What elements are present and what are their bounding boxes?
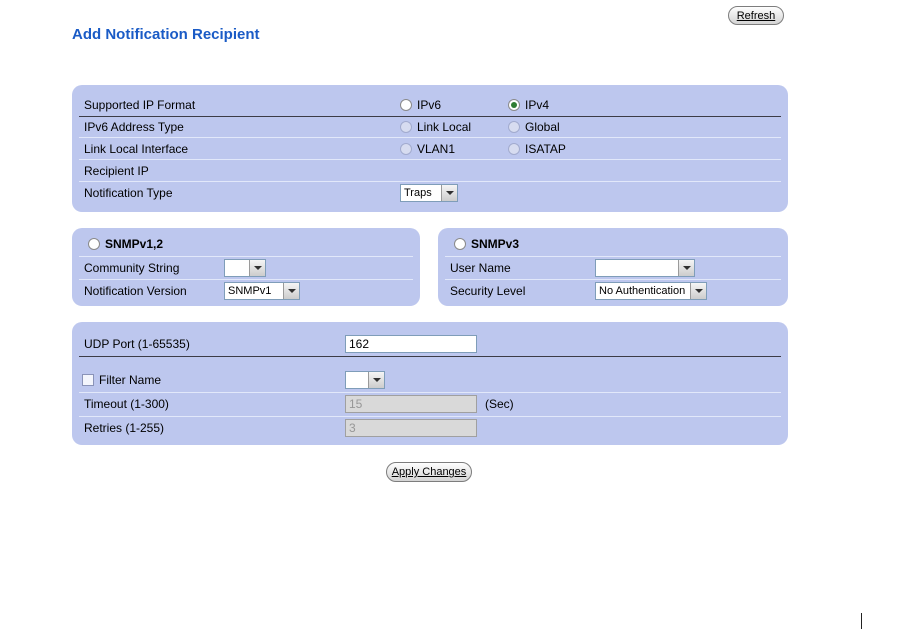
filter-name-label: Filter Name (99, 373, 162, 387)
chevron-down-icon (253, 266, 262, 270)
notification-type-value: Traps (404, 187, 432, 199)
global-radio-label: Global (525, 120, 560, 134)
link-local-interface-label: Link Local Interface (84, 142, 189, 156)
dropdown-arrow-button[interactable] (283, 283, 299, 299)
global-radio-icon (508, 121, 520, 133)
row-community-string: Community String (72, 258, 420, 278)
link-local-radio-option: Link Local (400, 117, 471, 137)
separator (445, 256, 781, 257)
notification-type-dropdown[interactable]: Traps (400, 184, 458, 202)
isatap-radio-label: ISATAP (525, 142, 566, 156)
community-string-dropdown[interactable] (224, 259, 266, 277)
row-filter-name: Filter Name (72, 370, 788, 390)
separator (79, 416, 781, 417)
ipv6-address-type-label: IPv6 Address Type (84, 120, 184, 134)
row-retries: Retries (1-255) (72, 418, 788, 438)
chevron-down-icon (287, 289, 296, 293)
link-local-radio-label: Link Local (417, 120, 472, 134)
separator (79, 256, 413, 257)
row-snmpv3-header: SNMPv3 (438, 234, 788, 254)
security-level-label: Security Level (450, 284, 526, 298)
ip-settings-panel: Supported IP Format IPv6 IPv4 IPv6 Addre… (72, 85, 788, 212)
ipv4-radio-label: IPv4 (525, 98, 550, 112)
timeout-unit-label: (Sec) (485, 397, 514, 411)
notification-type-label: Notification Type (84, 186, 173, 200)
retries-input (345, 419, 477, 437)
row-security-level: Security Level No Authentication (438, 281, 788, 301)
row-notification-version: Notification Version SNMPv1 (72, 281, 420, 301)
text-caret (861, 613, 862, 629)
dropdown-arrow-button[interactable] (678, 260, 694, 276)
separator (79, 159, 781, 160)
vlan1-radio-option: VLAN1 (400, 139, 455, 159)
dropdown-arrow-button[interactable] (441, 185, 457, 201)
snmpv12-radio-option[interactable]: SNMPv1,2 (88, 234, 163, 254)
row-timeout: Timeout (1-300) (Sec) (72, 394, 788, 414)
chevron-down-icon (372, 378, 381, 382)
user-name-dropdown[interactable] (595, 259, 695, 277)
snmpv3-radio-icon[interactable] (454, 238, 466, 250)
separator (79, 392, 781, 393)
separator (79, 137, 781, 138)
snmpv3-panel: SNMPv3 User Name Security Level No Authe… (438, 228, 788, 306)
row-supported-ip-format: Supported IP Format IPv6 IPv4 (72, 95, 788, 115)
global-radio-option: Global (508, 117, 560, 137)
notification-version-value: SNMPv1 (228, 285, 272, 297)
timeout-input (345, 395, 477, 413)
row-user-name: User Name (438, 258, 788, 278)
notification-version-dropdown[interactable]: SNMPv1 (224, 282, 300, 300)
chevron-down-icon (682, 266, 691, 270)
ipv6-radio-icon[interactable] (400, 99, 412, 111)
ipv4-radio-option[interactable]: IPv4 (508, 95, 549, 115)
notification-version-label: Notification Version (84, 284, 187, 298)
link-local-radio-icon (400, 121, 412, 133)
apply-changes-button[interactable]: Apply Changes (386, 462, 472, 482)
row-udp-port: UDP Port (1-65535) (72, 334, 788, 354)
snmpv12-panel: SNMPv1,2 Community String Notification V… (72, 228, 420, 306)
user-name-label: User Name (450, 261, 511, 275)
chevron-down-icon (694, 289, 703, 293)
timeout-label: Timeout (1-300) (84, 397, 169, 411)
retries-label: Retries (1-255) (84, 421, 165, 435)
supported-ip-format-label: Supported IP Format (84, 98, 196, 112)
udp-port-input[interactable] (345, 335, 477, 353)
ipv4-radio-icon[interactable] (508, 99, 520, 111)
vlan1-radio-label: VLAN1 (417, 142, 456, 156)
filter-name-checkbox[interactable] (82, 374, 94, 386)
security-level-value: No Authentication (599, 285, 686, 297)
dropdown-arrow-button[interactable] (249, 260, 265, 276)
ipv6-radio-label: IPv6 (417, 98, 442, 112)
snmpv3-radio-option[interactable]: SNMPv3 (454, 234, 519, 254)
separator (79, 356, 781, 357)
row-recipient-ip: Recipient IP (72, 161, 788, 181)
chevron-down-icon (445, 191, 454, 195)
isatap-radio-option: ISATAP (508, 139, 566, 159)
page: Refresh Add Notification Recipient Suppo… (0, 0, 900, 637)
dropdown-arrow-button[interactable] (690, 283, 706, 299)
snmpv12-title: SNMPv1,2 (105, 237, 164, 251)
community-string-label: Community String (84, 261, 180, 275)
isatap-radio-icon (508, 143, 520, 155)
row-notification-type: Notification Type Traps (72, 183, 788, 203)
row-snmpv12-header: SNMPv1,2 (72, 234, 420, 254)
refresh-button[interactable]: Refresh (728, 6, 784, 25)
row-ipv6-address-type: IPv6 Address Type Link Local Global (72, 117, 788, 137)
filter-name-dropdown[interactable] (345, 371, 385, 389)
vlan1-radio-icon (400, 143, 412, 155)
ipv6-radio-option[interactable]: IPv6 (400, 95, 441, 115)
dropdown-arrow-button[interactable] (368, 372, 384, 388)
udp-settings-panel: UDP Port (1-65535) Filter Name Timeout (… (72, 322, 788, 445)
security-level-dropdown[interactable]: No Authentication (595, 282, 707, 300)
snmpv12-radio-icon[interactable] (88, 238, 100, 250)
row-link-local-interface: Link Local Interface VLAN1 ISATAP (72, 139, 788, 159)
separator (79, 181, 781, 182)
page-title: Add Notification Recipient (72, 26, 260, 43)
udp-port-label: UDP Port (1-65535) (84, 337, 190, 351)
snmpv3-title: SNMPv3 (471, 237, 520, 251)
separator (445, 279, 781, 280)
recipient-ip-label: Recipient IP (84, 164, 149, 178)
separator (79, 279, 413, 280)
